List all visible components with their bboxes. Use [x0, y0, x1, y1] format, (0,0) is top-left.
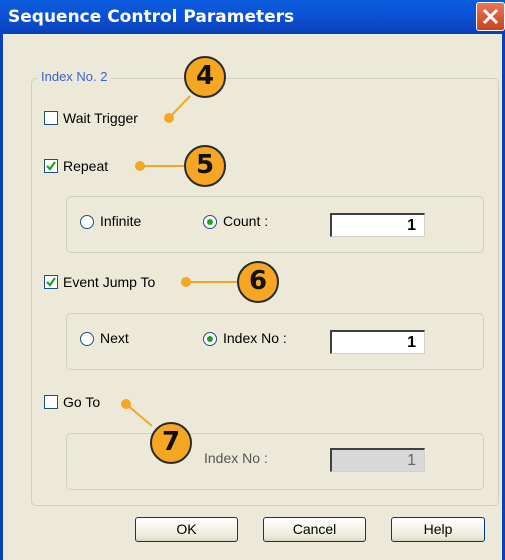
callout-badge: 5 [184, 145, 226, 187]
callout-badge: 6 [237, 261, 279, 303]
callout-badge: 4 [184, 56, 226, 98]
cancel-button[interactable]: Cancel [263, 517, 366, 542]
ok-button[interactable]: OK [135, 517, 238, 542]
callout-badge: 7 [150, 422, 192, 464]
help-button[interactable]: Help [391, 517, 485, 542]
